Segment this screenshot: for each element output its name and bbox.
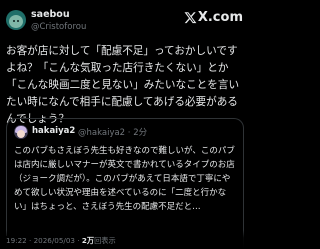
quoted-author-name: hakaiya2 [32,126,76,136]
tweet-meta: 19:22 · 2026/05/03 · 2万回表示 [6,236,118,246]
brand-logo[interactable]: X.com [184,10,243,25]
avatar-face [9,15,23,28]
avatar-eye-right [17,20,19,22]
quoted-tweet-text: このパブもさえぼう先生も好きなので難しいが、このパブは店内に厳しいマナーが英文で… [14,146,235,212]
author-handle[interactable]: @Cristoforou [31,22,86,32]
avatar-eye-left [13,20,15,22]
author-display-name[interactable]: saebou [31,9,70,20]
quoted-author-handle: @hakaiya2 · 2分 [78,128,148,138]
timestamp[interactable]: 19:22 · 2026/05/03 · [6,236,82,245]
x-logo-icon [184,12,197,24]
avatar-face [17,130,25,138]
brand-name: X.com [197,10,243,25]
author-avatar[interactable] [6,10,26,30]
view-count: 2万 [81,236,95,245]
tweet-text: お客が店に対して「配慮不足」っておかしいですよね？「こんな気取った店行きたくない… [6,45,240,125]
quoted-author-avatar [14,125,28,139]
view-count-suffix: 回表示 [94,236,116,245]
